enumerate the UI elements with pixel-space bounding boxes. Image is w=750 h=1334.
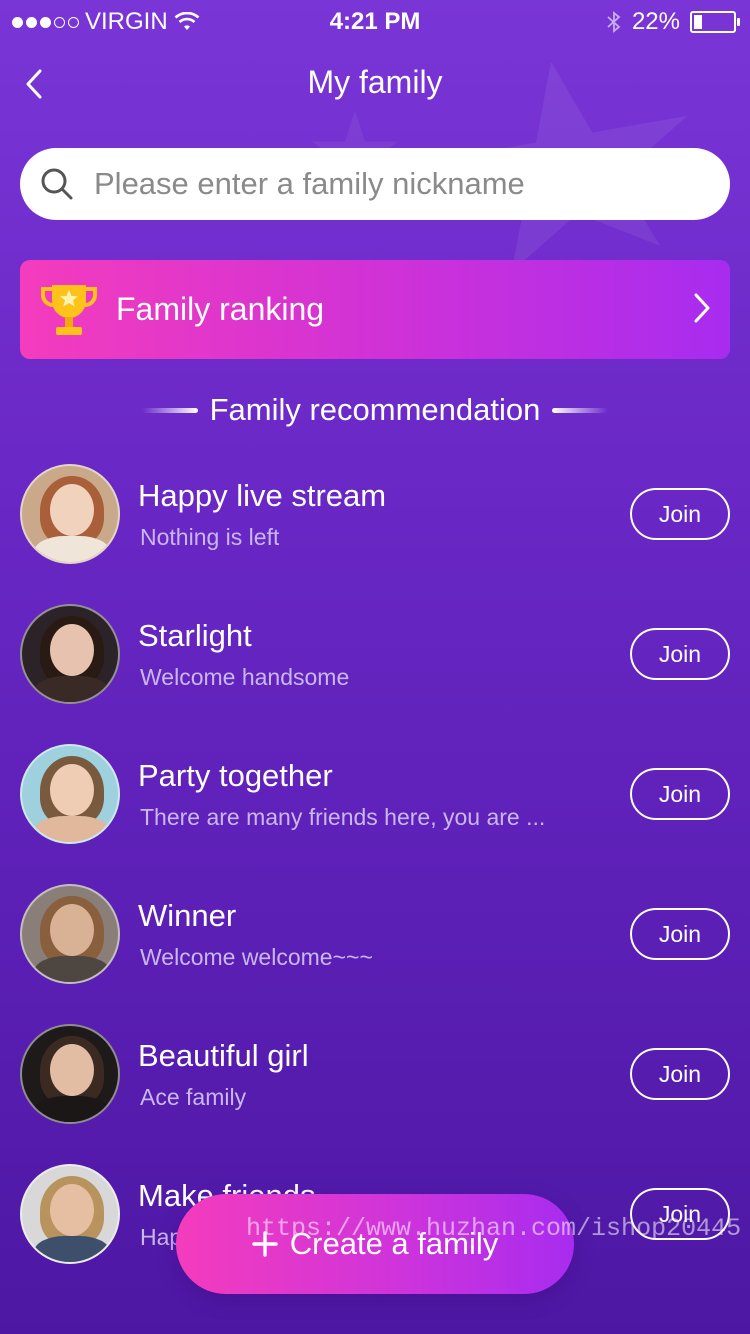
family-row[interactable]: Winner Welcome welcome~~~ Join bbox=[0, 884, 750, 1024]
avatar bbox=[20, 884, 120, 984]
heading-divider-left bbox=[141, 407, 198, 413]
family-row[interactable]: Happy live stream Nothing is left Join bbox=[0, 464, 750, 604]
join-button[interactable]: Join bbox=[630, 628, 730, 680]
bluetooth-icon bbox=[607, 11, 621, 33]
chevron-right-icon bbox=[694, 293, 710, 323]
avatar bbox=[20, 464, 120, 564]
avatar bbox=[20, 744, 120, 844]
battery-icon bbox=[690, 11, 740, 33]
search-bar[interactable] bbox=[20, 148, 730, 220]
family-name: Happy live stream bbox=[138, 478, 387, 513]
create-family-button[interactable]: Create a family bbox=[176, 1194, 574, 1294]
join-button[interactable]: Join bbox=[630, 488, 730, 540]
family-name: Party together bbox=[138, 758, 333, 793]
family-subtitle: There are many friends here, you are ... bbox=[140, 804, 546, 830]
family-name: Starlight bbox=[138, 618, 252, 653]
status-bar: VIRGIN 4:21 PM 22% bbox=[0, 0, 750, 40]
navigation-bar: My family bbox=[0, 50, 750, 116]
search-icon bbox=[40, 167, 74, 201]
heading-divider-right bbox=[552, 407, 609, 413]
family-list: Happy live stream Nothing is left Join S… bbox=[0, 464, 750, 1304]
watermark-text: https://www.huzhan.com/ishop20445 bbox=[246, 1214, 742, 1243]
family-row[interactable]: Starlight Welcome handsome Join bbox=[0, 604, 750, 744]
battery-percent: 22% bbox=[631, 8, 680, 35]
avatar bbox=[20, 1164, 120, 1264]
page-title: My family bbox=[307, 64, 443, 100]
search-input[interactable] bbox=[92, 165, 696, 203]
family-name: Beautiful girl bbox=[138, 1038, 309, 1073]
join-button[interactable]: Join bbox=[630, 768, 730, 820]
join-button[interactable]: Join bbox=[630, 908, 730, 960]
family-subtitle: Nothing is left bbox=[140, 524, 280, 550]
section-title: Family recommendation bbox=[209, 392, 541, 427]
ranking-label: Family ranking bbox=[116, 291, 325, 327]
section-heading: Family recommendation bbox=[0, 392, 750, 428]
family-subtitle: Ace family bbox=[140, 1084, 247, 1110]
avatar bbox=[20, 1024, 120, 1124]
family-name: Winner bbox=[138, 898, 237, 933]
family-ranking-banner[interactable]: Family ranking bbox=[20, 260, 730, 359]
family-subtitle: Welcome welcome~~~ bbox=[140, 944, 373, 970]
trophy-icon bbox=[41, 284, 97, 335]
family-subtitle: Welcome handsome bbox=[140, 664, 350, 690]
join-button[interactable]: Join bbox=[630, 1048, 730, 1100]
family-row[interactable]: Beautiful girl Ace family Join bbox=[0, 1024, 750, 1164]
avatar bbox=[20, 604, 120, 704]
family-row[interactable]: Party together There are many friends he… bbox=[0, 744, 750, 884]
